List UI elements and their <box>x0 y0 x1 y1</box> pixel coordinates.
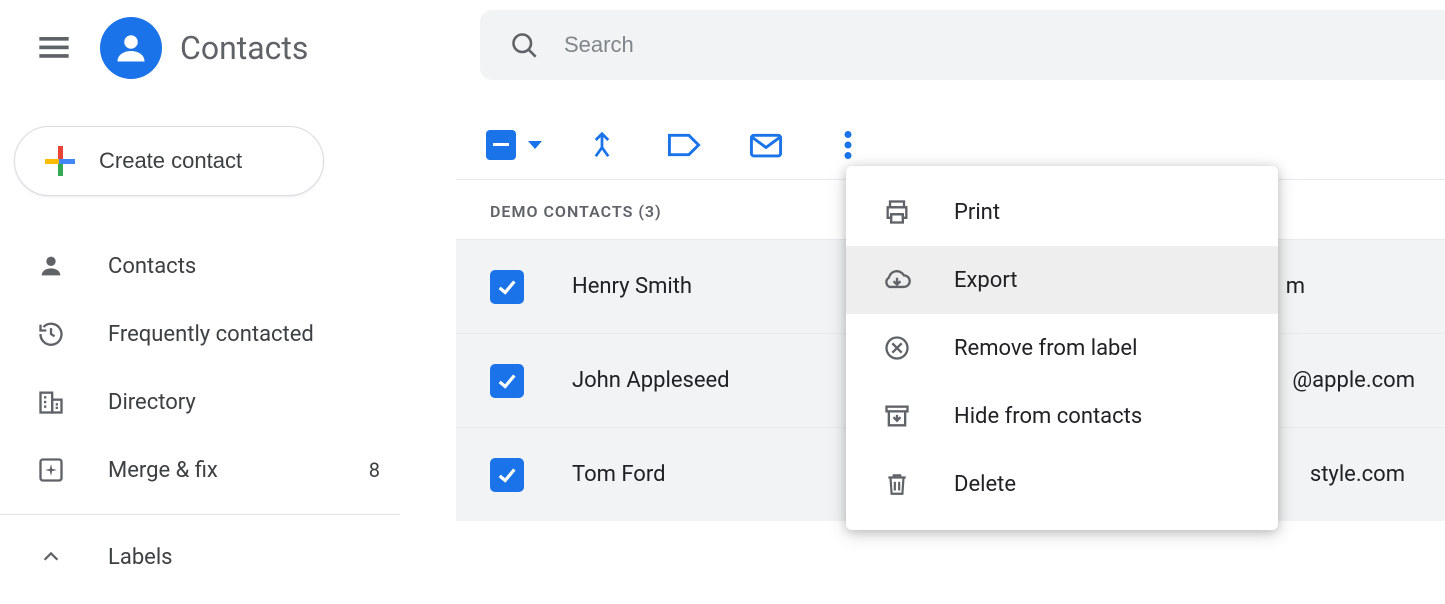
menu-item-delete[interactable]: Delete <box>846 450 1278 518</box>
menu-item-export[interactable]: Export <box>846 246 1278 314</box>
chevron-up-icon <box>36 542 66 572</box>
menu-item-label: Delete <box>954 472 1016 497</box>
merge-button[interactable] <box>580 123 624 167</box>
menu-item-hide[interactable]: Hide from contacts <box>846 382 1278 450</box>
menu-item-print[interactable]: Print <box>846 178 1278 246</box>
menu-item-label: Print <box>954 200 1000 225</box>
merge-icon <box>587 130 617 160</box>
label-icon <box>667 131 701 159</box>
contact-email: style.com <box>1310 462 1405 487</box>
search-icon <box>510 31 538 59</box>
contacts-app-icon <box>100 17 162 79</box>
indeterminate-checkbox-icon <box>486 130 516 160</box>
search-input[interactable] <box>562 31 962 59</box>
cloud-download-icon <box>882 265 912 295</box>
plus-icon <box>45 146 75 176</box>
sidebar-item-label: Directory <box>108 390 196 415</box>
sidebar-item-label: Merge & fix <box>108 458 218 483</box>
sidebar-item-contacts[interactable]: Contacts <box>0 232 430 300</box>
label-button[interactable] <box>662 123 706 167</box>
row-checkbox[interactable] <box>490 364 524 398</box>
more-actions-button[interactable] <box>826 123 870 167</box>
person-icon <box>36 251 66 281</box>
remove-circle-icon <box>882 333 912 363</box>
menu-item-label: Export <box>954 268 1018 293</box>
check-icon <box>496 370 518 392</box>
labels-header: Labels <box>108 545 173 570</box>
search-bar[interactable] <box>480 10 1445 80</box>
menu-item-label: Remove from label <box>954 336 1137 361</box>
sidebar-item-label: Contacts <box>108 254 196 279</box>
menu-item-label: Hide from contacts <box>954 404 1142 429</box>
brand: Contacts <box>100 17 308 79</box>
hamburger-icon <box>39 37 69 59</box>
chevron-down-icon <box>528 141 542 149</box>
more-vert-icon <box>844 131 852 159</box>
app-title: Contacts <box>180 29 308 67</box>
merge-fix-badge: 8 <box>369 458 380 482</box>
building-icon <box>36 387 66 417</box>
select-all-control[interactable] <box>486 130 542 160</box>
row-checkbox[interactable] <box>490 270 524 304</box>
more-actions-menu: Print Export Remove from label <box>846 166 1278 530</box>
contact-email: m <box>1286 274 1305 299</box>
sparkle-icon <box>36 455 66 485</box>
sidebar: Create contact Contacts <box>0 96 430 604</box>
main-menu-button[interactable] <box>30 24 78 72</box>
contact-email: @apple.com <box>1292 368 1415 393</box>
sidebar-item-label: Frequently contacted <box>108 322 314 347</box>
trash-icon <box>882 469 912 499</box>
archive-icon <box>882 401 912 431</box>
envelope-icon <box>749 131 783 159</box>
sidebar-item-merge-fix[interactable]: Merge & fix 8 <box>0 436 430 504</box>
menu-item-remove-label[interactable]: Remove from label <box>846 314 1278 382</box>
sidebar-divider <box>0 514 400 515</box>
sidebar-item-directory[interactable]: Directory <box>0 368 430 436</box>
sidebar-nav: Contacts Frequently contacted <box>0 232 430 504</box>
print-icon <box>882 197 912 227</box>
create-contact-button[interactable]: Create contact <box>14 126 324 196</box>
history-icon <box>36 319 66 349</box>
email-button[interactable] <box>744 123 788 167</box>
create-contact-label: Create contact <box>99 148 242 174</box>
sidebar-item-frequent[interactable]: Frequently contacted <box>0 300 430 368</box>
check-icon <box>496 464 518 486</box>
row-checkbox[interactable] <box>490 458 524 492</box>
sidebar-labels-toggle[interactable]: Labels <box>0 523 430 591</box>
check-icon <box>496 276 518 298</box>
